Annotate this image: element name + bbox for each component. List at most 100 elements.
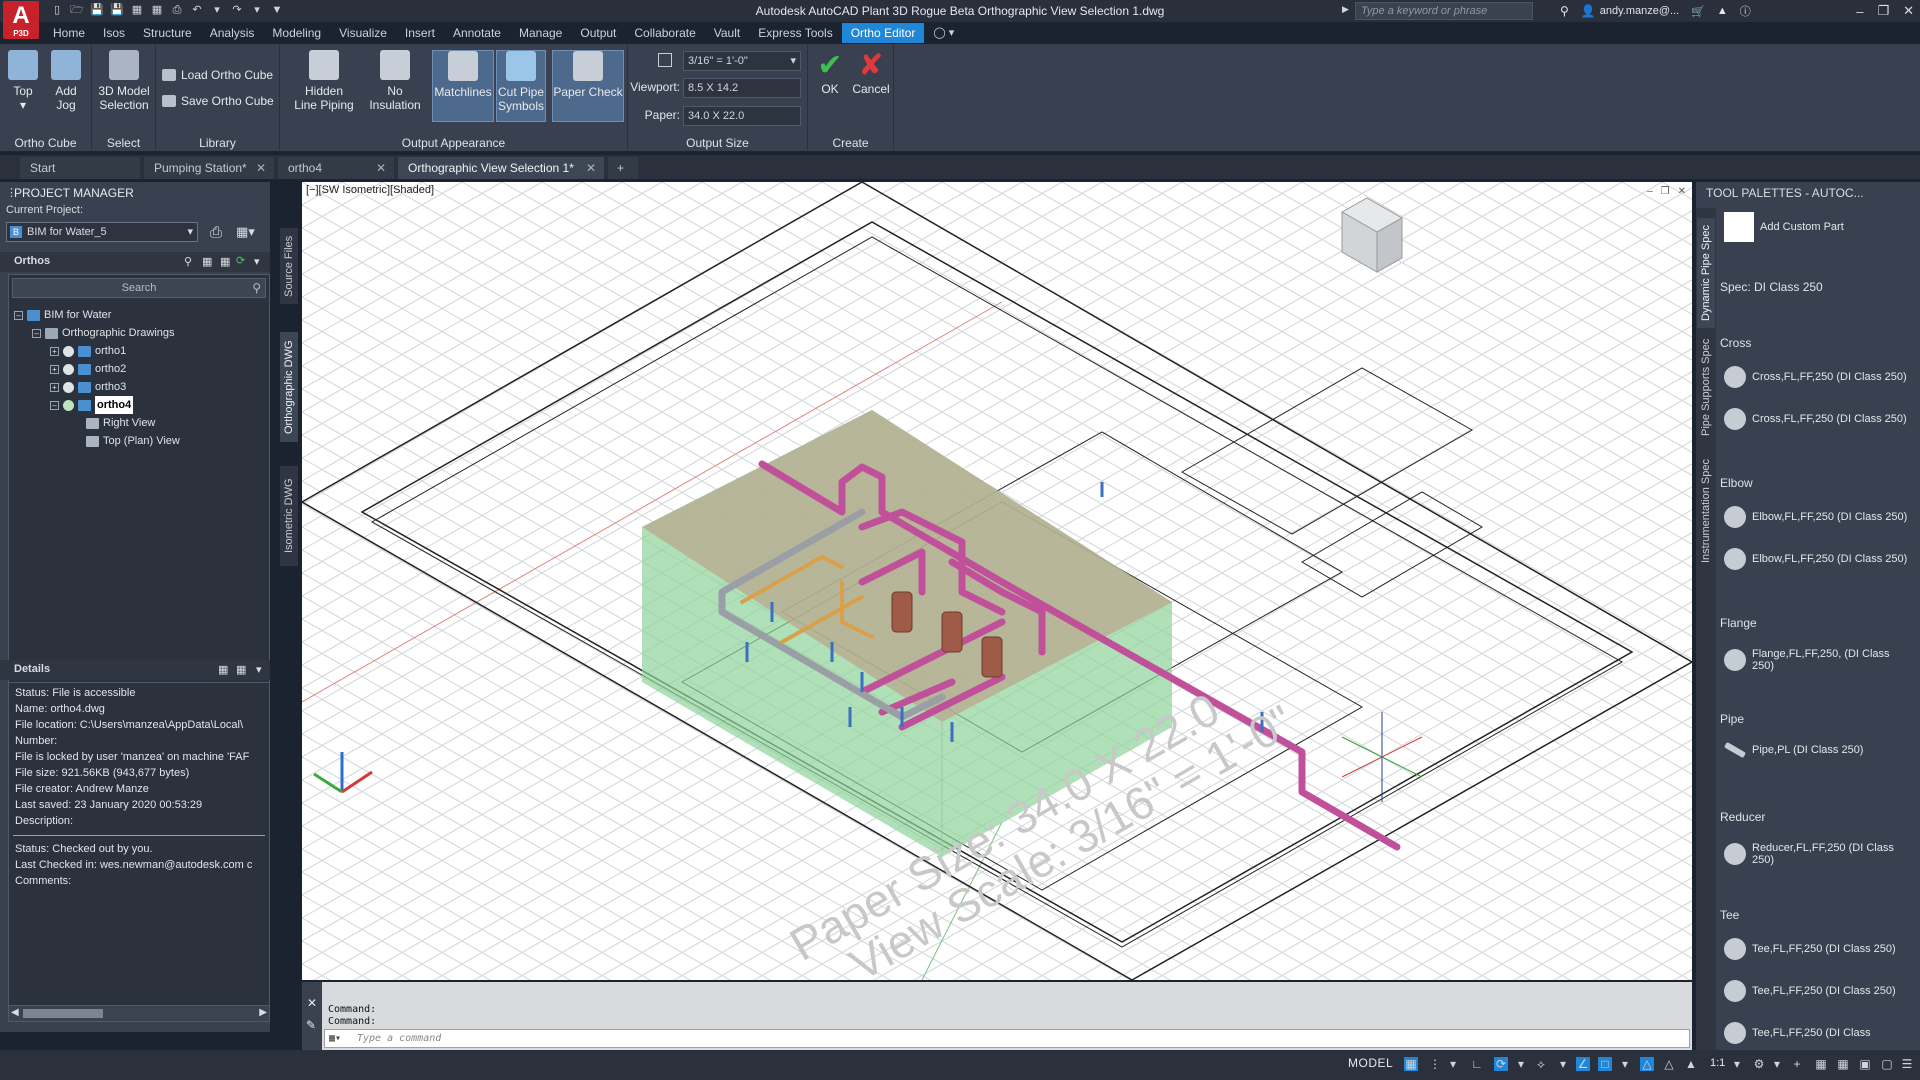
grid-icon[interactable]: ▦ <box>1404 1057 1418 1071</box>
close-tab-icon[interactable]: ✕ <box>256 157 266 179</box>
tab-home[interactable]: Home <box>44 23 94 43</box>
object-snap-tracking-icon[interactable]: ∠ <box>1576 1057 1590 1071</box>
snap-dropdown-icon[interactable]: ▾ <box>1446 1057 1460 1071</box>
publish-icon[interactable]: ▦ <box>202 255 212 268</box>
add-custom-part-button[interactable]: Add Custom Part <box>1724 212 1914 242</box>
details-props-icon[interactable]: ▦ <box>236 663 246 676</box>
save-web-icon[interactable]: ▦ <box>150 3 164 17</box>
tree-view-top[interactable]: Top (Plan) View <box>86 432 180 450</box>
tab-visualize[interactable]: Visualize <box>330 23 396 43</box>
search-expand-icon[interactable]: ▶ <box>1342 4 1349 15</box>
current-project-dropdown[interactable]: B BIM for Water_5 ▾ <box>6 222 198 242</box>
palette-item[interactable]: Flange,FL,FF,250, (DI Class 250) <box>1724 648 1914 672</box>
ortho-mode-icon[interactable]: ∟ <box>1470 1057 1484 1071</box>
print-icon[interactable]: ⎙ <box>210 224 222 241</box>
scroll-right-icon[interactable]: ▶ <box>259 1007 267 1018</box>
annotation-scale-icon[interactable]: ▲ <box>1684 1057 1698 1071</box>
help-search-input[interactable]: Type a keyword or phrase <box>1355 2 1533 20</box>
redo-icon[interactable]: ↷ <box>230 3 244 17</box>
vp-close-icon[interactable]: ✕ <box>1678 186 1686 197</box>
palette-tab-pipe-supports-spec[interactable]: Pipe Supports Spec <box>1697 332 1715 442</box>
collapse-icon[interactable]: – <box>14 310 23 320</box>
collapse-icon[interactable]: – <box>32 328 41 338</box>
paper-check-button[interactable]: Paper Check <box>552 50 624 122</box>
save-ortho-cube-button[interactable]: Save Ortho Cube <box>162 94 274 108</box>
command-line-grip[interactable]: ✕ ✎ <box>302 982 322 1050</box>
vp-restore-icon[interactable]: ❐ <box>1661 186 1670 197</box>
minimize-icon[interactable]: – <box>1856 4 1863 19</box>
customize-icon[interactable]: ✎ <box>306 1018 316 1032</box>
annotation-monitor-icon[interactable]: + <box>1790 1057 1804 1071</box>
palette-tab-dynamic-pipe-spec[interactable]: Dynamic Pipe Spec <box>1697 218 1715 328</box>
save-as-icon[interactable]: 💾 <box>110 3 124 17</box>
load-ortho-cube-button[interactable]: Load Ortho Cube <box>162 68 273 82</box>
panel-menu-icon[interactable]: ▾ <box>256 663 262 676</box>
cart-icon[interactable]: 🛒 <box>1691 5 1705 18</box>
open-web-icon[interactable]: ▦ <box>130 3 144 17</box>
doc-tab-start[interactable]: Start <box>20 157 140 179</box>
isodraft-dropdown-icon[interactable]: ▾ <box>1556 1057 1570 1071</box>
polar-tracking-icon[interactable]: ⟳ <box>1494 1057 1508 1071</box>
side-tab-orthographic-dwg[interactable]: Orthographic DWG <box>280 332 298 442</box>
cut-pipe-symbols-button[interactable]: Cut Pipe Symbols <box>496 50 546 122</box>
palette-item[interactable]: Cross,FL,FF,250 (DI Class 250) <box>1724 408 1914 430</box>
annotation-scale-value[interactable]: 1:1 <box>1710 1057 1725 1069</box>
side-tab-source-files[interactable]: Source Files <box>280 228 298 304</box>
tab-annotate[interactable]: Annotate <box>444 23 510 43</box>
isolate-objects-icon[interactable]: ▣ <box>1858 1057 1872 1071</box>
a360-icon[interactable]: ▲ <box>1717 5 1728 17</box>
palette-tab-instrumentation-spec[interactable]: Instrumentation Spec <box>1697 446 1715 576</box>
isodraft-icon[interactable]: ⟡ <box>1534 1057 1548 1071</box>
tree-view-right[interactable]: Right View <box>86 414 155 432</box>
paper-size-field[interactable]: 34.0 X 22.0 <box>683 106 801 126</box>
close-icon[interactable]: ✕ <box>1903 3 1914 19</box>
palette-item[interactable]: Pipe,PL (DI Class 250) <box>1723 741 1914 759</box>
app-menu-button[interactable]: A P3D <box>3 1 39 39</box>
expand-icon[interactable]: + <box>50 382 59 392</box>
expand-icon[interactable]: + <box>50 346 59 356</box>
new-file-icon[interactable]: ▯ <box>50 3 64 17</box>
tree-item-ortho1[interactable]: + ortho1 <box>50 342 126 360</box>
new-tab-button[interactable]: + <box>608 157 638 179</box>
3d-model-selection-button[interactable]: 3D Model Selection <box>96 50 152 112</box>
close-tab-icon[interactable]: ✕ <box>586 157 596 179</box>
viewport-size-field[interactable]: 8.5 X 14.2 <box>683 78 801 98</box>
vp-minimize-icon[interactable]: – <box>1647 186 1653 197</box>
workspace-gear-icon[interactable]: ⚙ <box>1752 1057 1766 1071</box>
osnap-dropdown-icon[interactable]: ▾ <box>1618 1057 1632 1071</box>
snap-icon[interactable]: ⋮ <box>1428 1057 1442 1071</box>
user-account[interactable]: andy.manze@... <box>1600 5 1679 17</box>
details-edit-icon[interactable]: ▦ <box>218 663 228 676</box>
tab-express-tools[interactable]: Express Tools <box>749 23 841 43</box>
viewport-controls-label[interactable]: [−][SW Isometric][Shaded] <box>306 184 434 196</box>
command-input[interactable]: ▦▾ Type a command <box>324 1029 1690 1048</box>
auto-scale-icon[interactable]: △ <box>1662 1057 1676 1071</box>
tab-insert[interactable]: Insert <box>396 23 444 43</box>
ok-button[interactable]: ✔ OK <box>812 50 848 97</box>
tab-structure[interactable]: Structure <box>134 23 201 43</box>
object-snap-icon[interactable]: □ <box>1598 1057 1612 1071</box>
scale-dropdown[interactable]: 3/16" = 1'-0" ▾ <box>683 51 801 71</box>
doc-tab-orthographic-view-selection[interactable]: Orthographic View Selection 1* ✕ <box>398 157 604 179</box>
palette-item[interactable]: Tee,FL,FF,250 (DI Class 250) <box>1724 980 1914 1002</box>
restore-icon[interactable]: ❐ <box>1877 3 1889 19</box>
matchlines-button[interactable]: Matchlines <box>432 50 494 122</box>
plot-icon[interactable]: ⎙ <box>170 3 184 17</box>
doc-tab-ortho4[interactable]: ortho4 ✕ <box>278 157 394 179</box>
open-folder-icon[interactable]: 🗁 <box>70 3 84 17</box>
tree-item-ortho4[interactable]: – ortho4 <box>50 396 134 414</box>
polar-dropdown-icon[interactable]: ▾ <box>1514 1057 1528 1071</box>
close-tab-icon[interactable]: ✕ <box>376 157 386 179</box>
top-button[interactable]: Top ▾ <box>6 50 40 112</box>
annotation-visibility-icon[interactable]: △ <box>1640 1057 1654 1071</box>
zoom-icon[interactable]: ⚲ <box>184 255 192 268</box>
units-icon[interactable]: ▦ <box>1814 1057 1828 1071</box>
doc-tab-pumping-station[interactable]: Pumping Station* ✕ <box>144 157 274 179</box>
clean-screen-icon[interactable]: ▢ <box>1880 1057 1894 1071</box>
redo-dropdown-icon[interactable]: ▾ <box>250 3 264 17</box>
command-prompt-icon[interactable]: ▦▾ <box>329 1030 341 1047</box>
tab-analysis[interactable]: Analysis <box>201 23 264 43</box>
palette-item[interactable]: Tee,FL,FF,250 (DI Class <box>1724 1022 1914 1044</box>
close-command-line-icon[interactable]: ✕ <box>307 996 317 1010</box>
expand-icon[interactable]: + <box>50 364 59 374</box>
